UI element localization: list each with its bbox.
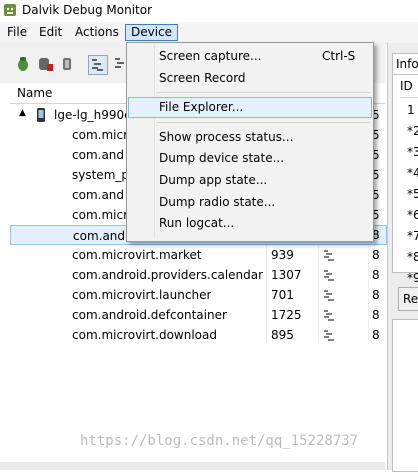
thread-id[interactable]: *2: [407, 124, 418, 138]
menu-separator: [157, 92, 370, 93]
process-port-partial: 8: [372, 328, 380, 342]
menu-item-label: Show process status...: [159, 130, 294, 144]
thread-id[interactable]: *9: [407, 271, 418, 285]
menu-separator: [157, 122, 370, 123]
process-name: com.and: [72, 148, 125, 162]
menu-item-show-process-status[interactable]: Show process status...: [128, 127, 370, 148]
process-name: com.micr: [72, 208, 128, 222]
menu-device[interactable]: Device: [125, 24, 179, 41]
debug-icon[interactable]: [14, 55, 32, 73]
process-name: com.android.providers.calendar: [72, 268, 264, 282]
process-name: system_p: [72, 168, 129, 182]
process-port-partial: 8: [372, 308, 380, 322]
menu-item-label: Screen capture...: [159, 49, 262, 63]
menu-item-run-logcat[interactable]: Run logcat...: [128, 213, 370, 234]
process-port-partial: 8: [372, 288, 380, 302]
menu-item-label: Dump device state...: [159, 151, 285, 165]
thread-id[interactable]: *8: [407, 250, 418, 264]
menu-item-screen-capture[interactable]: Screen capture... Ctrl-S: [128, 46, 370, 67]
title-bar: Dalvik Debug Monitor: [0, 0, 418, 22]
update-threads-icon[interactable]: [88, 55, 108, 75]
menu-file[interactable]: File: [2, 24, 32, 41]
watermark: https://blog.csdn.net/qq_15228737: [80, 433, 359, 449]
menu-item-label: Dump radio state...: [159, 195, 276, 209]
device-menu-dropdown: Screen capture... Ctrl-S Screen Record F…: [126, 42, 374, 242]
update-heap-icon[interactable]: [36, 55, 54, 73]
process-port-partial: 8: [372, 268, 380, 282]
process-name: com.microvirt.download: [72, 328, 217, 342]
thread-status-icon: [324, 310, 334, 321]
horizontal-scrollbar[interactable]: [0, 462, 385, 470]
menu-item-label: Run logcat...: [159, 216, 235, 230]
process-pid: 939: [271, 248, 294, 262]
menu-bar: File Edit Actions Device: [0, 22, 418, 44]
menu-item-shortcut: Ctrl-S: [322, 49, 356, 63]
menu-item-screen-record[interactable]: Screen Record: [128, 68, 370, 89]
menu-edit[interactable]: Edit: [34, 24, 67, 41]
thread-id[interactable]: *4: [407, 166, 418, 180]
menu-item-label: Screen Record: [159, 71, 246, 85]
thread-id[interactable]: *5: [407, 187, 418, 201]
menu-item-dump-app-state[interactable]: Dump app state...: [128, 170, 370, 191]
device-name: lge-lg_h990c: [54, 108, 131, 122]
menu-item-dump-device-state[interactable]: Dump device state...: [128, 148, 370, 169]
process-name: com.and: [73, 229, 126, 243]
menu-item-label: Dump app state...: [159, 173, 268, 187]
phone-icon: [37, 108, 45, 122]
process-pid: 1725: [271, 308, 302, 322]
header-divider: [400, 97, 418, 98]
thread-id[interactable]: *7: [407, 229, 418, 243]
menu-actions[interactable]: Actions: [70, 24, 124, 41]
thread-list: ID 1 *2 *3 *4 *5 *6 *7 *8 *9: [392, 74, 418, 285]
thread-status-icon: [324, 250, 334, 261]
thread-id[interactable]: *6: [407, 208, 418, 222]
process-name: com.microvirt.market: [72, 248, 202, 262]
tab-info[interactable]: Info: [392, 53, 418, 74]
thread-status-icon: [324, 290, 334, 301]
info-panel: Info ID 1 *2 *3 *4 *5 *6 *7 *8 *9 Re: [387, 43, 418, 472]
menu-item-dump-radio-state[interactable]: Dump radio state...: [128, 192, 370, 213]
process-row[interactable]: com.microvirt.download 895 8: [10, 325, 385, 345]
menu-item-label: File Explorer...: [159, 100, 244, 114]
window-title: Dalvik Debug Monitor: [22, 3, 153, 17]
process-row[interactable]: com.microvirt.launcher 701 8: [10, 285, 385, 305]
column-name-header[interactable]: Name: [17, 86, 52, 100]
android-debug-icon: [4, 4, 16, 16]
process-name: com.and: [72, 188, 125, 202]
process-pid: 701: [271, 288, 294, 302]
detail-pane: [392, 319, 418, 472]
process-port-partial: 8: [372, 248, 380, 262]
process-row[interactable]: com.android.providers.calendar 1307 8: [10, 265, 385, 285]
process-pid: 895: [271, 328, 294, 342]
thread-status-icon: [324, 330, 334, 341]
thread-status-icon: [324, 270, 334, 281]
process-name: com.android.defcontainer: [72, 308, 227, 322]
thread-id[interactable]: 1: [407, 103, 415, 117]
menu-item-file-explorer[interactable]: File Explorer...: [128, 97, 372, 118]
process-name: com.microvirt.launcher: [72, 288, 212, 302]
process-row[interactable]: com.android.defcontainer 1725 8: [10, 305, 385, 325]
process-pid: 1307: [271, 268, 302, 282]
process-row[interactable]: com.microvirt.market 939 8: [10, 245, 385, 265]
expand-arrow-icon[interactable]: ▲: [19, 108, 26, 118]
id-column-header: ID: [400, 79, 413, 93]
gc-icon[interactable]: [58, 55, 76, 73]
refresh-button[interactable]: Re: [398, 287, 418, 311]
thread-id[interactable]: *3: [407, 145, 418, 159]
